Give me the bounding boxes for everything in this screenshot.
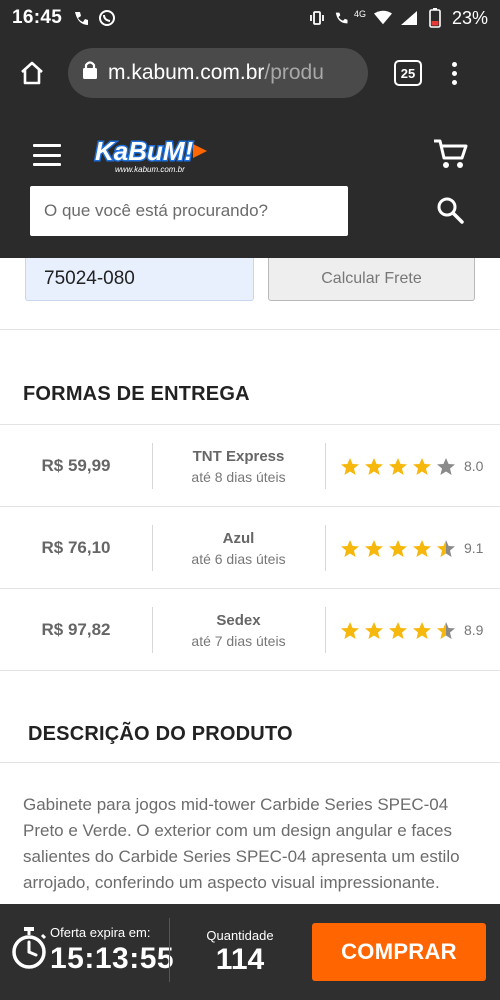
url-path: /produ — [264, 61, 324, 84]
home-button[interactable] — [14, 55, 50, 91]
carrier-name: Sedex — [216, 611, 261, 629]
address-bar[interactable]: m.kabum.com.br/produ — [68, 48, 368, 98]
star-icon — [413, 621, 431, 639]
buy-button[interactable]: COMPRAR — [312, 923, 486, 981]
battery-icon — [426, 8, 444, 28]
browser-menu-button[interactable] — [452, 61, 457, 85]
star-icon — [341, 621, 359, 639]
calculate-shipping-button[interactable]: Calcular Frete — [268, 258, 475, 301]
menu-dot-icon — [452, 79, 457, 85]
status-system-icons: 4G 23% — [308, 8, 488, 29]
battery-percent: 23% — [451, 7, 488, 28]
site-header: KaBuM! www.kabum.com.br — [0, 110, 500, 258]
carrier-eta: até 8 dias úteis — [191, 468, 286, 485]
star-icon — [389, 621, 407, 639]
divider — [325, 443, 326, 489]
search-box[interactable] — [30, 186, 348, 236]
quantity-label: Quantidade — [206, 928, 274, 943]
delivery-option-row: R$ 76,10 Azul até 6 dias úteis 9.1 — [0, 507, 500, 589]
carrier-name: Azul — [222, 529, 255, 547]
cep-field[interactable]: 75024-080 — [25, 258, 254, 301]
delivery-price: R$ 76,10 — [41, 538, 111, 557]
delivery-price: R$ 97,82 — [41, 620, 111, 639]
wifi-icon — [373, 9, 392, 27]
carrier-rating: 9.1 — [340, 507, 490, 589]
tab-switcher-button[interactable]: 25 — [394, 60, 422, 86]
divider — [325, 525, 326, 571]
delivery-section-title: FORMAS DE ENTREGA — [23, 383, 250, 405]
volte-call-icon — [334, 9, 352, 27]
home-icon — [21, 61, 43, 85]
call-forwarding-icon — [72, 9, 90, 27]
divider — [325, 607, 326, 653]
kabum-logo[interactable]: KaBuM! www.kabum.com.br — [93, 132, 213, 176]
star-icon — [437, 457, 455, 475]
carrier-name: TNT Express — [192, 447, 285, 465]
status-notification-icons — [72, 9, 116, 27]
star-icon — [389, 539, 407, 557]
carrier-rating: 8.0 — [340, 425, 490, 507]
rating-stars — [340, 539, 456, 558]
cart-icon[interactable] — [433, 138, 469, 170]
star-icon — [365, 457, 383, 475]
delivery-carrier: Sedex até 7 dias úteis — [152, 589, 325, 671]
star-icon — [365, 621, 383, 639]
rating-stars — [340, 457, 456, 476]
star-icon — [389, 457, 407, 475]
quantity-value: 114 — [215, 943, 265, 976]
offer-expiry-label: Oferta expira em: — [50, 925, 151, 940]
description-section-title: DESCRIÇÃO DO PRODUTO — [28, 723, 293, 745]
svg-text:www.kabum.com.br: www.kabum.com.br — [115, 165, 185, 174]
star-icon — [437, 539, 455, 557]
delivery-price: R$ 59,99 — [41, 456, 111, 475]
delivery-option-row: R$ 97,82 Sedex até 7 dias úteis 8.9 — [0, 589, 500, 671]
rating-value: 8.0 — [464, 458, 484, 474]
rating-value: 8.9 — [464, 622, 484, 638]
carrier-rating: 8.9 — [340, 589, 490, 671]
star-icon — [413, 457, 431, 475]
whatsapp-icon — [98, 9, 116, 27]
star-icon — [341, 457, 359, 475]
status-bar: 16:45 4G 23% — [0, 0, 500, 36]
status-time: 16:45 — [12, 7, 63, 28]
network-type: 4G — [353, 9, 366, 19]
signal-icon — [400, 9, 418, 27]
search-icon[interactable] — [436, 196, 464, 224]
browser-toolbar: m.kabum.com.br/produ 25 — [0, 36, 500, 110]
product-description: Gabinete para jogos mid-tower Carbide Se… — [23, 795, 460, 892]
hamburger-menu-icon[interactable] — [33, 144, 61, 166]
vibrate-icon — [308, 9, 326, 27]
star-icon — [341, 539, 359, 557]
rating-value: 9.1 — [464, 540, 484, 556]
lock-icon — [82, 60, 98, 86]
delivery-options-table: R$ 59,99 TNT Express até 8 dias úteis 8.… — [0, 424, 500, 671]
delivery-carrier: TNT Express até 8 dias úteis — [152, 425, 325, 507]
carrier-eta: até 6 dias úteis — [191, 550, 286, 567]
divider — [0, 762, 500, 763]
offer-countdown: 15:13:55 — [50, 942, 175, 975]
search-input[interactable] — [44, 201, 334, 221]
delivery-carrier: Azul até 6 dias úteis — [152, 507, 325, 589]
shipping-calculator: 75024-080 Calcular Frete — [0, 258, 500, 330]
menu-dot-icon — [452, 61, 457, 67]
divider — [169, 918, 170, 982]
stopwatch-icon — [10, 926, 48, 970]
star-icon — [365, 539, 383, 557]
url-domain: m.kabum.com.br — [108, 61, 265, 84]
star-icon — [437, 621, 455, 639]
menu-dot-icon — [452, 70, 457, 76]
delivery-option-row: R$ 59,99 TNT Express até 8 dias úteis 8.… — [0, 425, 500, 507]
rating-stars — [340, 621, 456, 640]
carrier-eta: até 7 dias úteis — [191, 632, 286, 649]
svg-text:KaBuM!: KaBuM! — [95, 136, 194, 166]
star-icon — [413, 539, 431, 557]
